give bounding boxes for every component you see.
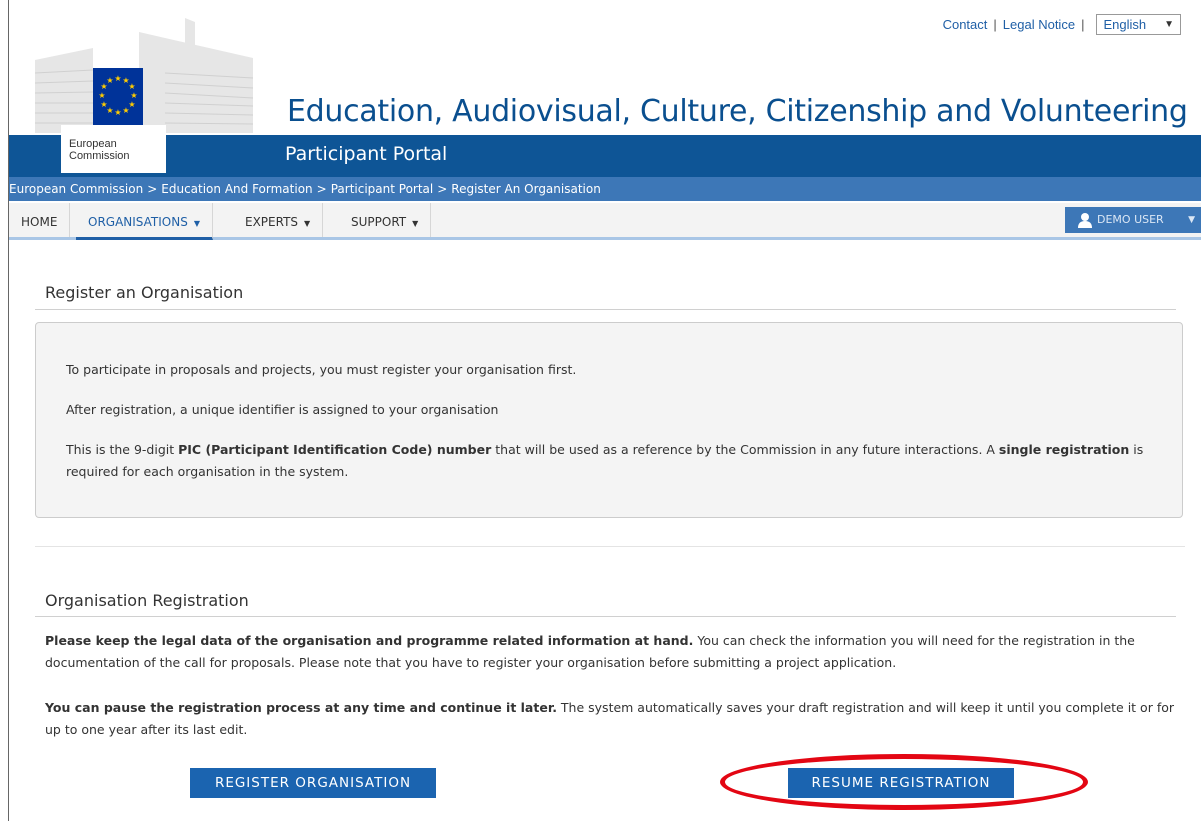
intro-section-title: Register an Organisation (45, 283, 244, 302)
site-header: ★ ★ ★ ★ ★ ★ ★ ★ ★ ★ ★ ★ Contact | Legal Notice |… (9, 0, 1201, 135)
svg-text:★: ★ (100, 100, 107, 109)
user-menu-button[interactable]: DEMO USER ▼ (1065, 207, 1201, 233)
nav-organisations[interactable]: ORGANISATIONS ▼ (76, 203, 213, 240)
info-panel: To participate in proposals and projects… (35, 322, 1183, 518)
breadcrumb-item[interactable]: Participant Portal (331, 182, 434, 196)
chevron-down-icon: ▼ (412, 219, 419, 228)
legal-notice-link[interactable]: Legal Notice (1003, 17, 1075, 32)
svg-text:★: ★ (114, 108, 121, 117)
user-icon (1078, 213, 1092, 228)
breadcrumb-item-current: Register An Organisation (451, 182, 601, 196)
info-paragraph: This is the 9-digit PIC (Participant Ide… (66, 442, 1144, 479)
svg-text:★: ★ (98, 91, 105, 100)
nav-experts[interactable]: EXPERTS ▼ (233, 203, 324, 237)
registration-paragraph: Please keep the legal data of the organi… (45, 633, 1135, 670)
svg-text:★: ★ (130, 91, 137, 100)
register-organisation-button[interactable]: REGISTER ORGANISATION (190, 768, 436, 798)
resume-registration-button[interactable]: RESUME REGISTRATION (788, 768, 1014, 798)
user-name: DEMO USER (1097, 213, 1164, 226)
chevron-down-icon: ▼ (193, 219, 200, 228)
nav-support[interactable]: SUPPORT ▼ (339, 203, 432, 237)
registration-paragraph: You can pause the registration process a… (45, 700, 1175, 737)
breadcrumb-item[interactable]: European Commission (9, 182, 143, 196)
european-commission-logo-label: European Commission (61, 125, 166, 173)
berlaymont-building-logo: ★ ★★ ★★★ ★★★ ★★★ (35, 18, 253, 133)
svg-text:★: ★ (106, 76, 113, 85)
chevron-down-icon: ▼ (1164, 19, 1174, 30)
main-nav: HOME ORGANISATIONS ▼ EXPERTS ▼ SUPPORT ▼ DE… (9, 203, 1201, 240)
svg-text:★: ★ (122, 106, 129, 115)
site-title: Education, Audiovisual, Culture, Citizen… (287, 94, 1188, 129)
breadcrumb-item[interactable]: Education And Formation (161, 182, 312, 196)
chevron-down-icon: ▼ (1188, 215, 1195, 225)
language-select[interactable]: English ▼ (1096, 14, 1181, 35)
logo-text-line2: Commission (69, 150, 130, 162)
contact-link[interactable]: Contact (943, 17, 988, 32)
divider (35, 616, 1176, 617)
info-paragraph: After registration, a unique identifier … (66, 402, 499, 417)
registration-section-title: Organisation Registration (45, 591, 249, 610)
separator: | (1081, 17, 1085, 32)
language-value: English (1103, 17, 1147, 32)
portal-title: Participant Portal (285, 143, 448, 165)
utility-links: Contact | Legal Notice | English ▼ (943, 14, 1181, 35)
info-paragraph: To participate in proposals and projects… (66, 362, 577, 377)
portal-band: Participant Portal (9, 135, 1201, 177)
svg-text:★: ★ (114, 74, 121, 83)
divider (35, 309, 1176, 310)
chevron-down-icon: ▼ (304, 219, 311, 228)
svg-text:★: ★ (128, 82, 135, 91)
divider (35, 546, 1185, 547)
logo-text-line1: European (69, 138, 117, 150)
separator: | (993, 17, 997, 32)
nav-home[interactable]: HOME (9, 203, 71, 237)
breadcrumb: European Commission > Education And Format… (9, 177, 1201, 201)
